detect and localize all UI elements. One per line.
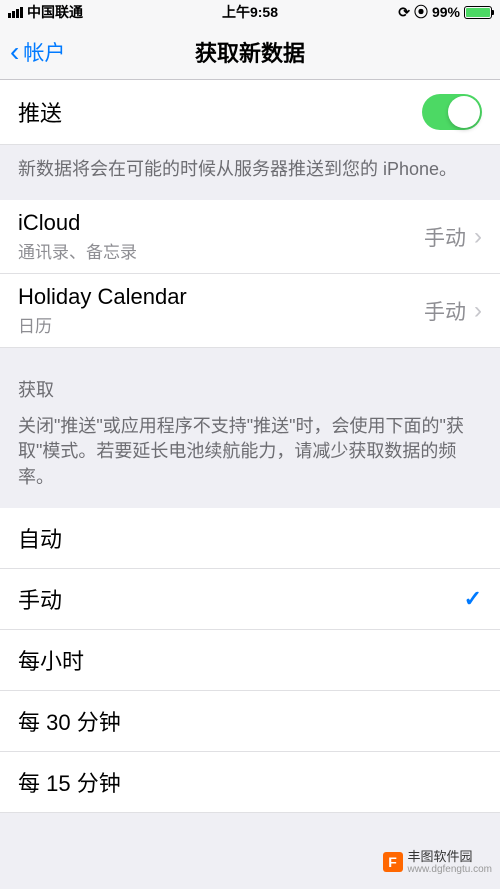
fetch-option-label: 每 15 分钟: [18, 766, 482, 798]
signal-icon: [8, 7, 23, 18]
account-value: 手动: [424, 222, 466, 252]
chevron-left-icon: ‹: [10, 38, 19, 66]
chevron-right-icon: ›: [474, 223, 482, 251]
back-label: 帐户: [23, 37, 65, 67]
push-footer: 新数据将会在可能的时候从服务器推送到您的 iPhone。: [0, 145, 500, 200]
push-section: 推送: [0, 80, 500, 145]
account-subtitle: 日历: [18, 312, 424, 337]
watermark: F 丰图软件园 www.dgfengtu.com: [383, 850, 493, 875]
account-subtitle: 通讯录、备忘录: [18, 238, 424, 263]
fetch-option-hourly[interactable]: 每小时: [0, 630, 500, 691]
watermark-title: 丰图软件园: [408, 850, 493, 864]
watermark-logo-icon: F: [383, 852, 403, 872]
alarm-icon: ⦿: [414, 2, 428, 22]
account-row-icloud[interactable]: iCloud 通讯录、备忘录 手动 ›: [0, 200, 500, 274]
battery-icon: [464, 6, 492, 19]
watermark-url: www.dgfengtu.com: [408, 864, 493, 875]
account-title: Holiday Calendar: [18, 284, 424, 310]
push-label: 推送: [18, 96, 422, 128]
status-left: 中国联通: [8, 2, 83, 22]
accounts-section: iCloud 通讯录、备忘录 手动 › Holiday Calendar 日历 …: [0, 200, 500, 348]
fetch-option-15min[interactable]: 每 15 分钟: [0, 752, 500, 813]
push-row[interactable]: 推送: [0, 80, 500, 145]
fetch-option-label: 每小时: [18, 644, 482, 676]
checkmark-icon: ✓: [464, 586, 482, 612]
status-time: 上午9:58: [222, 2, 278, 22]
fetch-option-label: 手动: [18, 583, 464, 615]
chevron-right-icon: ›: [474, 297, 482, 325]
status-right: ⟳ ⦿ 99%: [398, 2, 492, 22]
fetch-option-label: 自动: [18, 522, 482, 554]
push-toggle[interactable]: [422, 94, 482, 130]
fetch-description: 关闭"推送"或应用程序不支持"推送"时，会使用下面的"获取"模式。若要延长电池续…: [0, 414, 500, 508]
navigation-bar: ‹ 帐户 获取新数据: [0, 24, 500, 80]
toggle-knob: [448, 96, 480, 128]
status-bar: 中国联通 上午9:58 ⟳ ⦿ 99%: [0, 0, 500, 24]
fetch-option-manual[interactable]: 手动 ✓: [0, 569, 500, 630]
fetch-option-30min[interactable]: 每 30 分钟: [0, 691, 500, 752]
fetch-option-auto[interactable]: 自动: [0, 508, 500, 569]
account-title: iCloud: [18, 210, 424, 236]
fetch-options-section: 自动 手动 ✓ 每小时 每 30 分钟 每 15 分钟: [0, 508, 500, 813]
page-title: 获取新数据: [195, 36, 305, 68]
fetch-header: 获取: [0, 348, 500, 414]
account-row-holiday[interactable]: Holiday Calendar 日历 手动 ›: [0, 274, 500, 348]
carrier-label: 中国联通: [27, 2, 83, 22]
orientation-lock-icon: ⟳: [398, 4, 410, 21]
back-button[interactable]: ‹ 帐户: [10, 37, 65, 67]
account-value: 手动: [424, 296, 466, 326]
battery-percentage: 99%: [432, 4, 460, 20]
fetch-option-label: 每 30 分钟: [18, 705, 482, 737]
